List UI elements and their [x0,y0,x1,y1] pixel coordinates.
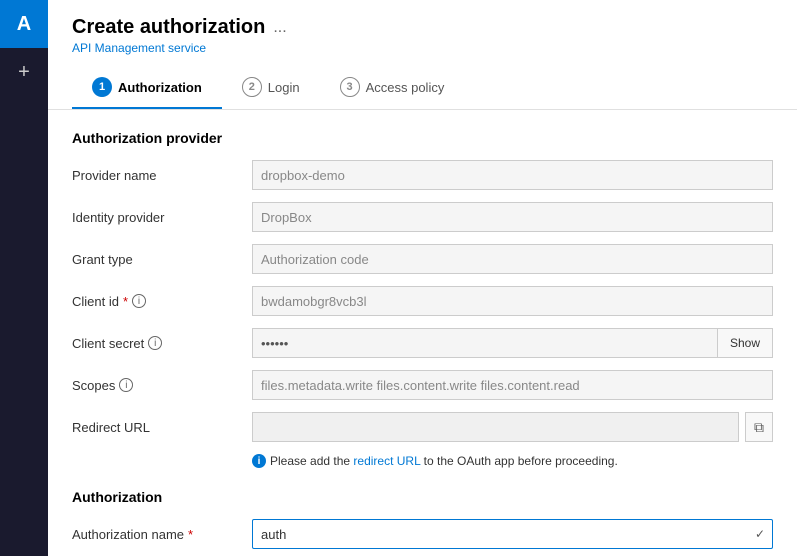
provider-name-row: Provider name [72,160,773,190]
page-title: Create authorization [72,16,265,39]
auth-name-label: Authorization name * [72,527,252,542]
client-id-row: Client id * i [72,286,773,316]
tabs: 1 Authorization 2 Login 3 Access policy [72,67,773,109]
auth-name-select[interactable]: auth [252,519,773,549]
main-content: Create authorization ... API Management … [48,0,797,556]
header: Create authorization ... API Management … [48,0,797,110]
client-id-input[interactable] [252,286,773,316]
identity-provider-row: Identity provider [72,202,773,232]
client-id-label: Client id * i [72,294,252,309]
client-secret-row: Client secret i Show [72,328,773,358]
client-id-info-icon[interactable]: i [132,294,146,308]
info-circle-icon: i [252,454,266,468]
tab-circle-3: 3 [340,77,360,97]
auth-name-row: Authorization name * auth ✓ [72,519,773,549]
client-secret-info-icon[interactable]: i [148,336,162,350]
tab-authorization[interactable]: 1 Authorization [72,67,222,109]
provider-name-input[interactable] [252,160,773,190]
ellipsis-menu[interactable]: ... [273,19,286,37]
sidebar-add-button[interactable]: + [0,52,48,92]
grant-type-input[interactable] [252,244,773,274]
tab-circle-2: 2 [242,77,262,97]
section2-title: Authorization [72,489,773,505]
auth-name-select-wrapper: auth ✓ [252,519,773,549]
provider-name-label: Provider name [72,168,252,183]
redirect-url-input[interactable] [252,412,739,442]
show-secret-button[interactable]: Show [717,328,773,358]
grant-type-label: Grant type [72,252,252,267]
sidebar-logo: A [0,0,48,48]
scopes-info-icon[interactable]: i [119,378,133,392]
redirect-url-group: ⧉ [252,412,773,442]
scopes-row: Scopes i [72,370,773,400]
form-area: Authorization provider Provider name Ide… [48,110,797,556]
section1-title: Authorization provider [72,130,773,146]
sidebar: A + [0,0,48,556]
redirect-url-row: Redirect URL ⧉ [72,412,773,442]
tab-login-label: Login [268,80,300,95]
scopes-input[interactable] [252,370,773,400]
redirect-url-link[interactable]: redirect URL [353,454,420,468]
tab-access-policy[interactable]: 3 Access policy [320,67,465,109]
redirect-url-label: Redirect URL [72,420,252,435]
header-subtitle: API Management service [72,41,773,55]
redirect-url-info-message: i Please add the redirect URL to the OAu… [252,454,773,468]
auth-name-required: * [188,527,193,542]
client-secret-label: Client secret i [72,336,252,351]
copy-redirect-url-button[interactable]: ⧉ [745,412,773,442]
tab-access-policy-label: Access policy [366,80,445,95]
tab-authorization-label: Authorization [118,80,202,95]
tab-circle-1: 1 [92,77,112,97]
client-secret-input[interactable] [252,328,717,358]
scopes-label: Scopes i [72,378,252,393]
tab-login[interactable]: 2 Login [222,67,320,109]
identity-provider-input[interactable] [252,202,773,232]
identity-provider-label: Identity provider [72,210,252,225]
grant-type-row: Grant type [72,244,773,274]
divider [72,478,773,479]
client-id-required: * [123,294,128,309]
client-secret-input-group: Show [252,328,773,358]
